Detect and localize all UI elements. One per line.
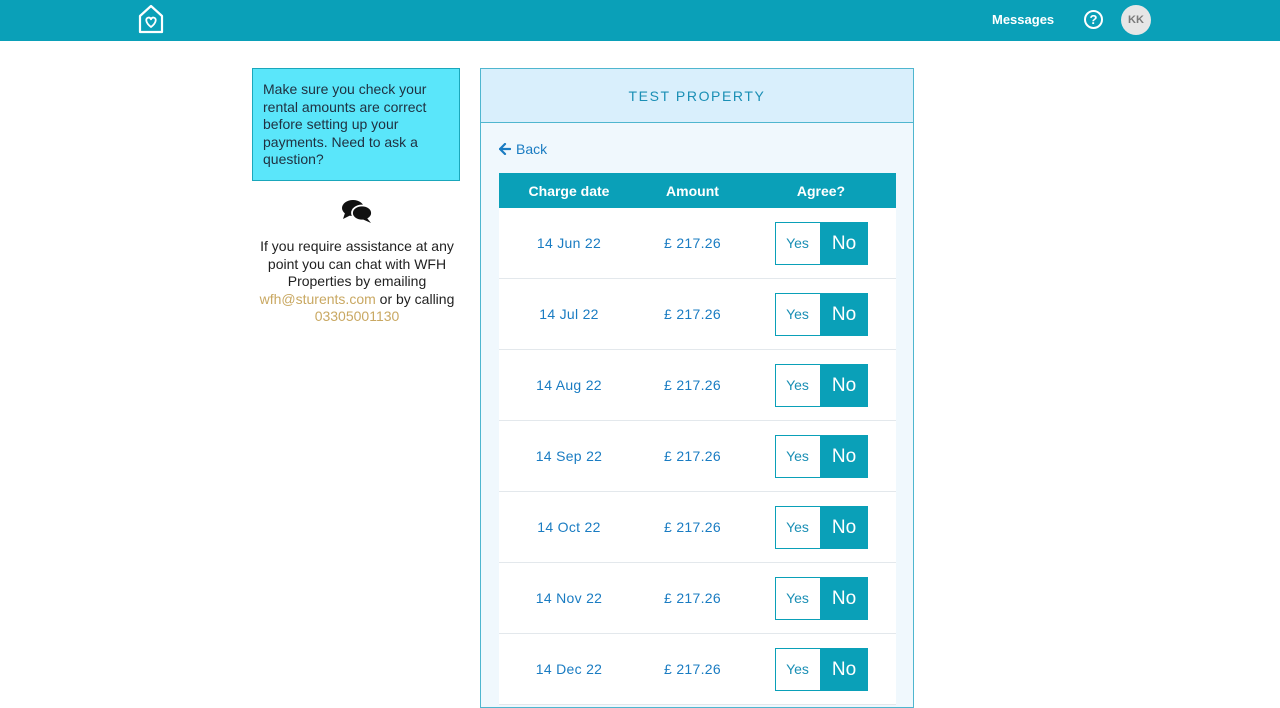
agree-no-button[interactable]: No bbox=[820, 221, 868, 265]
charge-date: 14 Sep 22 bbox=[535, 448, 603, 464]
table-row: 14 Oct 22 £ 217.26 Yes No bbox=[499, 492, 896, 563]
agree-no-button[interactable]: No bbox=[820, 434, 868, 478]
agree-toggle: Yes No bbox=[774, 434, 868, 478]
table-row: 14 Aug 22 £ 217.26 Yes No bbox=[499, 350, 896, 421]
agree-toggle-cell: Yes No bbox=[746, 647, 896, 691]
agree-toggle: Yes No bbox=[774, 292, 868, 336]
charge-amount: £ 217.26 bbox=[664, 448, 721, 464]
table-row: 14 Jul 22 £ 217.26 Yes No bbox=[499, 279, 896, 350]
column-header-amount: Amount bbox=[666, 182, 719, 199]
agree-yes-button[interactable]: Yes bbox=[774, 363, 821, 407]
agree-no-button[interactable]: No bbox=[820, 363, 868, 407]
help-icon[interactable]: ? bbox=[1084, 10, 1103, 29]
table-row: 14 Nov 22 £ 217.26 Yes No bbox=[499, 563, 896, 634]
charge-date: 14 Jul 22 bbox=[539, 306, 599, 322]
assistance-prefix: If you require assistance at any point y… bbox=[260, 238, 454, 289]
charge-date: 14 Aug 22 bbox=[536, 377, 602, 393]
agree-yes-button[interactable]: Yes bbox=[774, 221, 821, 265]
agree-no-button[interactable]: No bbox=[820, 647, 868, 691]
agree-toggle-cell: Yes No bbox=[746, 363, 896, 407]
agree-toggle: Yes No bbox=[774, 576, 868, 620]
charge-amount: £ 217.26 bbox=[664, 661, 721, 677]
table-row: 14 Jun 22 £ 217.26 Yes No bbox=[499, 208, 896, 279]
agree-yes-button[interactable]: Yes bbox=[774, 647, 821, 691]
chat-bubbles-icon bbox=[341, 198, 373, 224]
agree-toggle-cell: Yes No bbox=[746, 434, 896, 478]
agree-yes-button[interactable]: Yes bbox=[774, 505, 821, 549]
agree-toggle: Yes No bbox=[774, 363, 868, 407]
assistance-text: If you require assistance at any point y… bbox=[252, 238, 462, 326]
back-label: Back bbox=[516, 141, 548, 157]
support-email-link[interactable]: wfh@sturents.com bbox=[260, 291, 376, 307]
house-heart-icon[interactable] bbox=[137, 3, 165, 35]
agree-no-button[interactable]: No bbox=[820, 576, 868, 620]
agree-toggle-cell: Yes No bbox=[746, 576, 896, 620]
column-header-charge-date: Charge date bbox=[528, 182, 610, 199]
payment-notice: Make sure you check your rental amounts … bbox=[252, 68, 460, 181]
charges-table: Charge date Amount Agree? 14 Jun 22 £ 21… bbox=[499, 173, 896, 705]
agree-toggle-cell: Yes No bbox=[746, 292, 896, 336]
support-phone-link[interactable]: 03305001130 bbox=[315, 308, 400, 324]
agree-toggle-cell: Yes No bbox=[746, 505, 896, 549]
back-button[interactable]: Back bbox=[499, 141, 547, 157]
charge-date: 14 Oct 22 bbox=[537, 519, 601, 535]
column-header-agree: Agree? bbox=[796, 182, 846, 199]
charge-amount: £ 217.26 bbox=[664, 306, 721, 322]
top-navigation-bar: Messages ? KK bbox=[0, 0, 1280, 41]
agree-toggle: Yes No bbox=[774, 505, 868, 549]
agree-no-button[interactable]: No bbox=[820, 505, 868, 549]
agree-yes-button[interactable]: Yes bbox=[774, 292, 821, 336]
property-title: TEST PROPERTY bbox=[481, 69, 913, 123]
table-header: Charge date Amount Agree? bbox=[499, 173, 896, 208]
charge-date: 14 Nov 22 bbox=[535, 590, 603, 606]
agree-no-button[interactable]: No bbox=[820, 292, 868, 336]
agree-toggle: Yes No bbox=[774, 647, 868, 691]
charge-amount: £ 217.26 bbox=[664, 377, 721, 393]
messages-link[interactable]: Messages bbox=[992, 12, 1054, 27]
table-row: 14 Sep 22 £ 217.26 Yes No bbox=[499, 421, 896, 492]
agree-yes-button[interactable]: Yes bbox=[774, 576, 821, 620]
agree-toggle: Yes No bbox=[774, 221, 868, 265]
charge-amount: £ 217.26 bbox=[664, 590, 721, 606]
user-avatar[interactable]: KK bbox=[1121, 5, 1151, 35]
charge-amount: £ 217.26 bbox=[664, 235, 721, 251]
assistance-middle: or by calling bbox=[379, 290, 455, 307]
charge-amount: £ 217.26 bbox=[664, 519, 721, 535]
charge-date: 14 Jun 22 bbox=[536, 235, 602, 251]
arrow-left-icon bbox=[499, 143, 511, 155]
property-payments-card: TEST PROPERTY Back Charge date Amount Ag… bbox=[480, 68, 914, 708]
agree-yes-button[interactable]: Yes bbox=[774, 434, 821, 478]
agree-toggle-cell: Yes No bbox=[746, 221, 896, 265]
charge-date: 14 Dec 22 bbox=[535, 661, 603, 677]
table-row: 14 Dec 22 £ 217.26 Yes No bbox=[499, 634, 896, 705]
